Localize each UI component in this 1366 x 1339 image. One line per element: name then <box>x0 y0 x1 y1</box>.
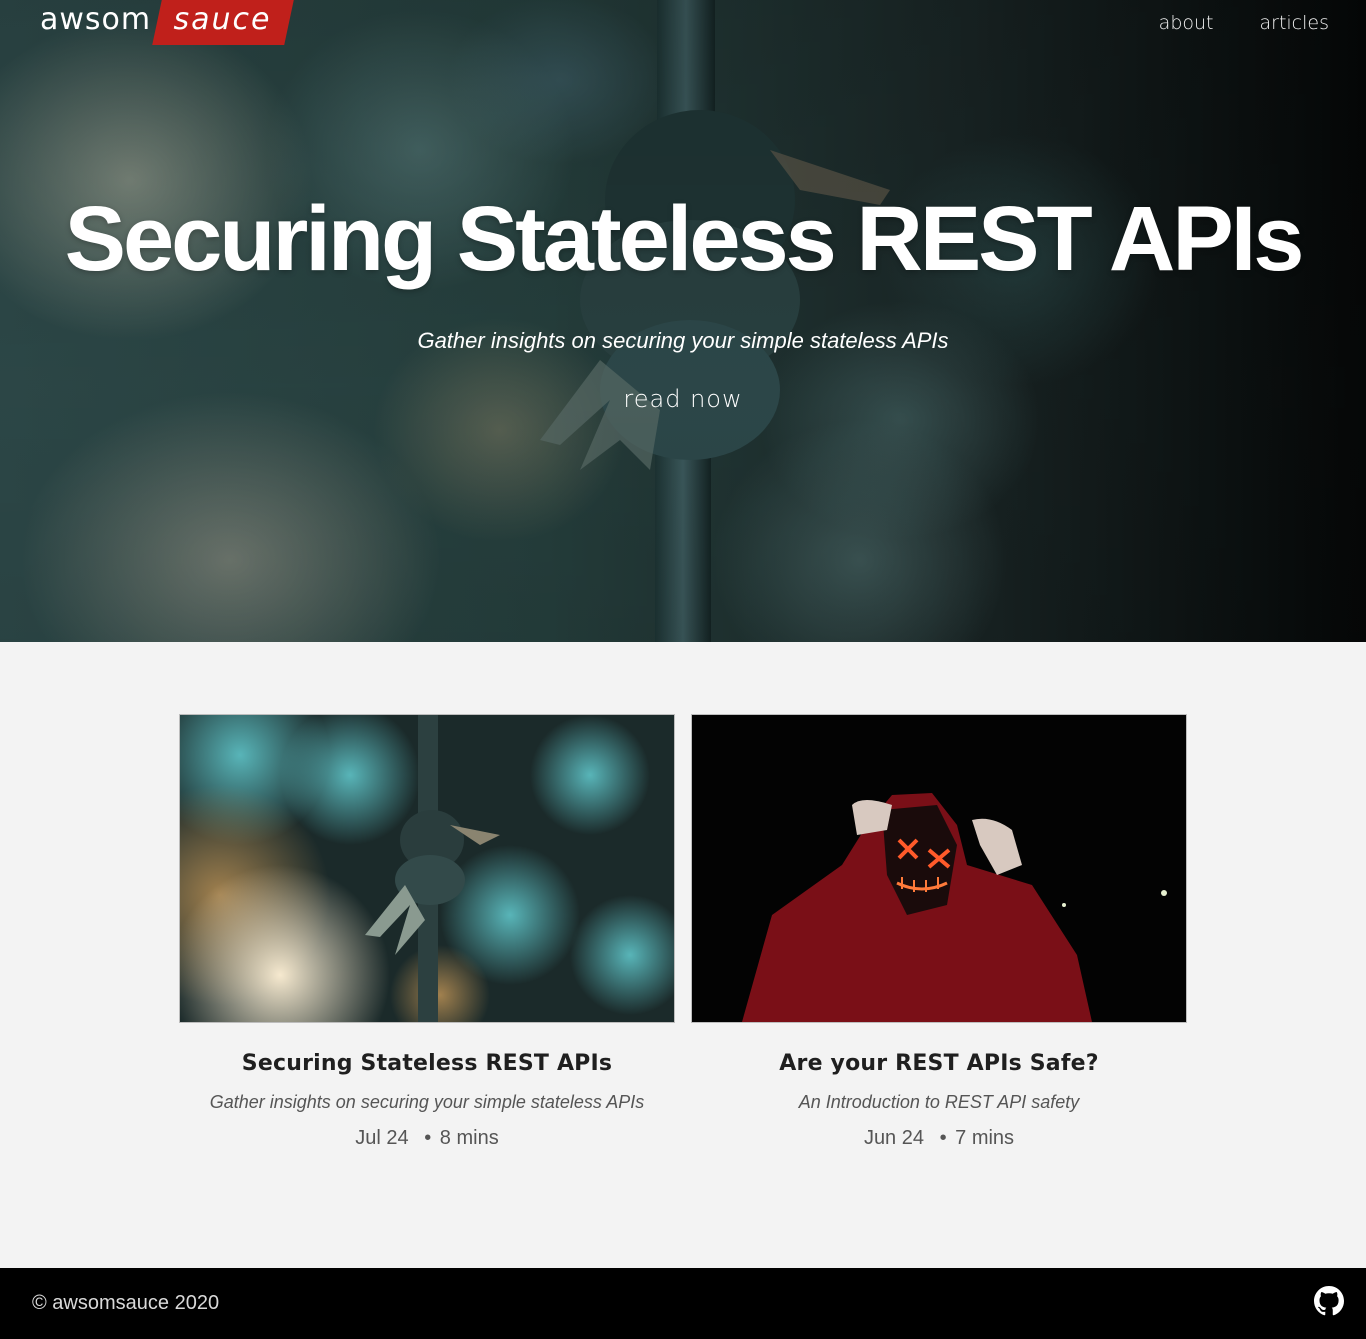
article-read-time: 7 mins <box>955 1127 1015 1149</box>
meta-separator: • <box>424 1127 432 1149</box>
article-title[interactable]: Are your REST APIs Safe? <box>691 1051 1187 1076</box>
article-card[interactable]: Are your REST APIs Safe? An Introduction… <box>691 714 1187 1150</box>
read-now-button[interactable]: read now <box>583 385 783 413</box>
copyright-text: © awsomsauce 2020 <box>32 1292 220 1314</box>
article-list: Securing Stateless REST APIs Gather insi… <box>179 714 1187 1150</box>
article-meta: Jul 24 • 8 mins <box>179 1127 675 1150</box>
article-read-time: 8 mins <box>439 1127 499 1149</box>
hero-subtitle: Gather insights on securing your simple … <box>417 328 949 353</box>
article-meta: Jun 24 • 7 mins <box>691 1127 1187 1150</box>
nav-link-about[interactable]: about <box>1159 12 1214 34</box>
meta-separator: • <box>939 1127 947 1149</box>
article-image-rope[interactable] <box>179 714 675 1023</box>
logo-text-awsom: awsom <box>40 2 152 37</box>
site-logo[interactable]: awsom sauce <box>40 0 294 46</box>
hero-rope-image <box>540 0 890 642</box>
logo-text-sauce: sauce <box>173 1 272 37</box>
article-image-hooded-figure[interactable] <box>691 714 1187 1023</box>
article-title[interactable]: Securing Stateless REST APIs <box>179 1051 675 1076</box>
article-card[interactable]: Securing Stateless REST APIs Gather insi… <box>179 714 675 1150</box>
hero-banner: awsom sauce about articles Securing Stat… <box>0 0 1366 642</box>
logo-badge-sauce: sauce <box>152 0 294 45</box>
article-date: Jul 24 <box>355 1127 409 1149</box>
article-subtitle: Gather insights on securing your simple … <box>209 1092 645 1112</box>
top-nav: about articles <box>1159 12 1329 34</box>
article-subtitle: An Introduction to REST API safety <box>798 1092 1080 1112</box>
github-icon[interactable] <box>1314 1286 1344 1316</box>
hero-title: Securing Stateless REST APIs <box>64 188 1305 290</box>
article-date: Jun 24 <box>863 1127 924 1149</box>
site-footer: © awsomsauce 2020 <box>0 1268 1366 1339</box>
nav-link-articles[interactable]: articles <box>1260 12 1330 34</box>
